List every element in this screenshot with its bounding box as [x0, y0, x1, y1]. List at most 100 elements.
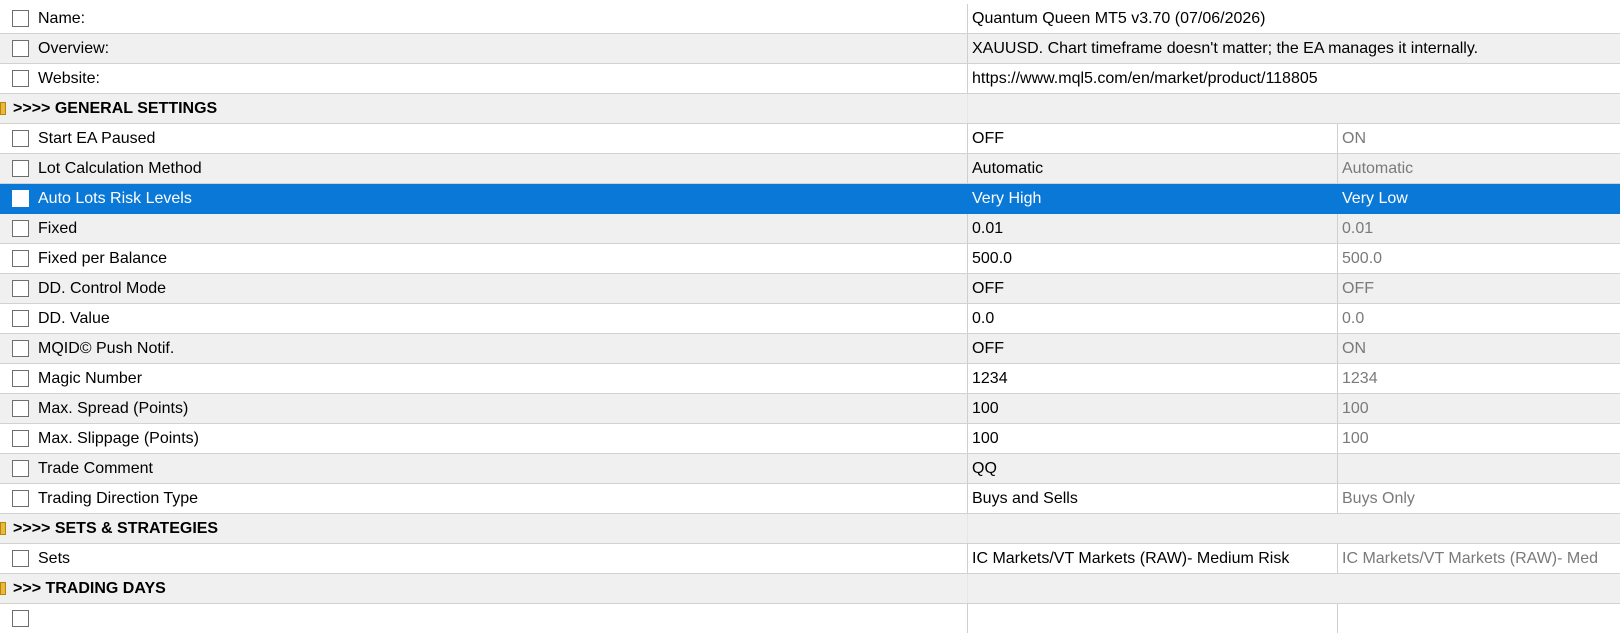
parameter-value[interactable]: Quantum Queen MT5 v3.70 (07/06/2026)	[967, 4, 1620, 33]
parameter-value[interactable]: QQ	[967, 454, 1338, 483]
parameter-default: 500.0	[1337, 244, 1620, 273]
parameter-value[interactable]: Very High	[967, 184, 1338, 213]
row-checkbox[interactable]	[12, 40, 29, 57]
parameter-value[interactable]: 100	[967, 394, 1338, 423]
row-checkbox[interactable]	[12, 370, 29, 387]
parameter-value[interactable]: XAUUSD. Chart timeframe doesn't matter; …	[967, 34, 1620, 63]
row-checkbox[interactable]	[12, 490, 29, 507]
parameter-row[interactable]: Trading Direction Type Buys and Sells Buys…	[0, 484, 1620, 514]
parameter-default: OFF	[1337, 274, 1620, 303]
parameter-value[interactable]: 100	[967, 424, 1338, 453]
parameter-row[interactable]: DD. Control Mode OFF OFF	[0, 274, 1620, 304]
parameter-name: Max. Slippage (Points)	[38, 430, 199, 447]
row-checkbox[interactable]	[12, 280, 29, 297]
row-checkbox[interactable]	[12, 190, 29, 207]
parameter-row[interactable]: Fixed 0.01 0.01	[0, 214, 1620, 244]
partial-row-default-cell	[1337, 604, 1620, 633]
parameter-value[interactable]: 0.0	[967, 304, 1338, 333]
parameter-name: Trade Comment	[38, 460, 153, 477]
parameter-row[interactable]: Name: Quantum Queen MT5 v3.70 (07/06/2026…	[0, 4, 1620, 34]
parameter-name: Magic Number	[38, 370, 143, 387]
row-checkbox[interactable]	[12, 460, 29, 477]
parameter-value[interactable]: Buys and Sells	[967, 484, 1338, 513]
section-header[interactable]: >>> TRADING DAYS	[0, 574, 1620, 604]
parameter-value[interactable]: 1234	[967, 364, 1338, 393]
parameter-row[interactable]: Trade Comment QQ	[0, 454, 1620, 484]
column-divider	[967, 94, 968, 123]
parameter-row[interactable]: DD. Value 0.0 0.0	[0, 304, 1620, 334]
rows-container: Name: Quantum Queen MT5 v3.70 (07/06/2026…	[0, 4, 1620, 604]
parameter-default: 100	[1337, 394, 1620, 423]
parameter-default: 0.0	[1337, 304, 1620, 333]
parameter-row[interactable]: MQID© Push Notif. OFF ON	[0, 334, 1620, 364]
parameter-value[interactable]: OFF	[967, 274, 1338, 303]
parameter-name: Name:	[38, 10, 86, 27]
parameter-name: Website:	[38, 70, 100, 87]
parameter-name: Trading Direction Type	[38, 490, 199, 507]
parameter-default: 100	[1337, 424, 1620, 453]
row-checkbox[interactable]	[12, 130, 29, 147]
parameter-default: 1234	[1337, 364, 1620, 393]
parameter-default: ON	[1337, 334, 1620, 363]
parameter-default	[1337, 454, 1620, 483]
parameter-default: Automatic	[1337, 154, 1620, 183]
parameter-row[interactable]: Start EA Paused OFF ON	[0, 124, 1620, 154]
parameter-default: 0.01	[1337, 214, 1620, 243]
row-checkbox[interactable]	[12, 430, 29, 447]
parameter-value[interactable]: 500.0	[967, 244, 1338, 273]
column-divider	[967, 514, 968, 543]
folder-icon	[0, 582, 6, 595]
parameter-name: DD. Value	[38, 310, 110, 327]
parameter-name: Max. Spread (Points)	[38, 400, 189, 417]
parameter-row[interactable]: Fixed per Balance 500.0 500.0	[0, 244, 1620, 274]
parameter-value[interactable]: https://www.mql5.com/en/market/product/1…	[967, 64, 1620, 93]
section-header[interactable]: >>>> SETS & STRATEGIES	[0, 514, 1620, 544]
parameter-row[interactable]: Website: https://www.mql5.com/en/market/p…	[0, 64, 1620, 94]
parameter-value[interactable]: OFF	[967, 124, 1338, 153]
section-title: >>> TRADING DAYS	[13, 580, 166, 597]
row-checkbox[interactable]	[12, 400, 29, 417]
row-checkbox[interactable]	[12, 220, 29, 237]
section-title: >>>> SETS & STRATEGIES	[13, 520, 219, 537]
parameter-name: Fixed	[38, 220, 78, 237]
row-checkbox[interactable]	[12, 340, 29, 357]
parameter-name: MQID© Push Notif.	[38, 340, 175, 357]
parameter-default: ON	[1337, 124, 1620, 153]
folder-icon	[0, 522, 6, 535]
row-checkbox[interactable]	[12, 160, 29, 177]
parameter-name: Auto Lots Risk Levels	[38, 190, 192, 207]
row-checkbox[interactable]	[12, 10, 29, 27]
parameter-name: Lot Calculation Method	[38, 160, 202, 177]
parameter-row[interactable]: Max. Spread (Points) 100 100	[0, 394, 1620, 424]
parameter-value[interactable]: IC Markets/VT Markets (RAW)- Medium Risk	[967, 544, 1338, 573]
row-checkbox[interactable]	[12, 310, 29, 327]
parameter-row[interactable]: Max. Slippage (Points) 100 100	[0, 424, 1620, 454]
parameter-row[interactable]: Lot Calculation Method Automatic Automatic	[0, 154, 1620, 184]
parameter-name: DD. Control Mode	[38, 280, 167, 297]
row-checkbox[interactable]	[12, 250, 29, 267]
parameter-value[interactable]: 0.01	[967, 214, 1338, 243]
parameter-row[interactable]: Overview: XAUUSD. Chart timeframe doesn't…	[0, 34, 1620, 64]
parameter-name: Fixed per Balance	[38, 250, 167, 267]
inputs-parameter-grid: Name: Quantum Queen MT5 v3.70 (07/06/2026…	[0, 0, 1620, 633]
partial-row-value-cell[interactable]	[967, 604, 1338, 633]
parameter-row[interactable]: Auto Lots Risk Levels Very High Very Low	[0, 184, 1620, 214]
parameter-row[interactable]: Magic Number 1234 1234	[0, 364, 1620, 394]
parameter-row[interactable]: Sets IC Markets/VT Markets (RAW)- Medium …	[0, 544, 1620, 574]
parameter-default: Buys Only	[1337, 484, 1620, 513]
row-checkbox[interactable]	[12, 70, 29, 87]
row-checkbox[interactable]	[12, 550, 29, 567]
section-title: >>>> GENERAL SETTINGS	[13, 100, 218, 117]
section-header[interactable]: >>>> GENERAL SETTINGS	[0, 94, 1620, 124]
parameter-name: Overview:	[38, 40, 110, 57]
parameter-default: Very Low	[1337, 184, 1620, 213]
parameter-name: Sets	[38, 550, 71, 567]
parameter-default: IC Markets/VT Markets (RAW)- Med	[1337, 544, 1620, 573]
folder-icon	[0, 102, 6, 115]
parameter-value[interactable]: Automatic	[967, 154, 1338, 183]
row-checkbox[interactable]	[12, 610, 29, 627]
parameter-name: Start EA Paused	[38, 130, 156, 147]
partial-row[interactable]	[0, 604, 1620, 633]
column-divider	[967, 574, 968, 603]
parameter-value[interactable]: OFF	[967, 334, 1338, 363]
